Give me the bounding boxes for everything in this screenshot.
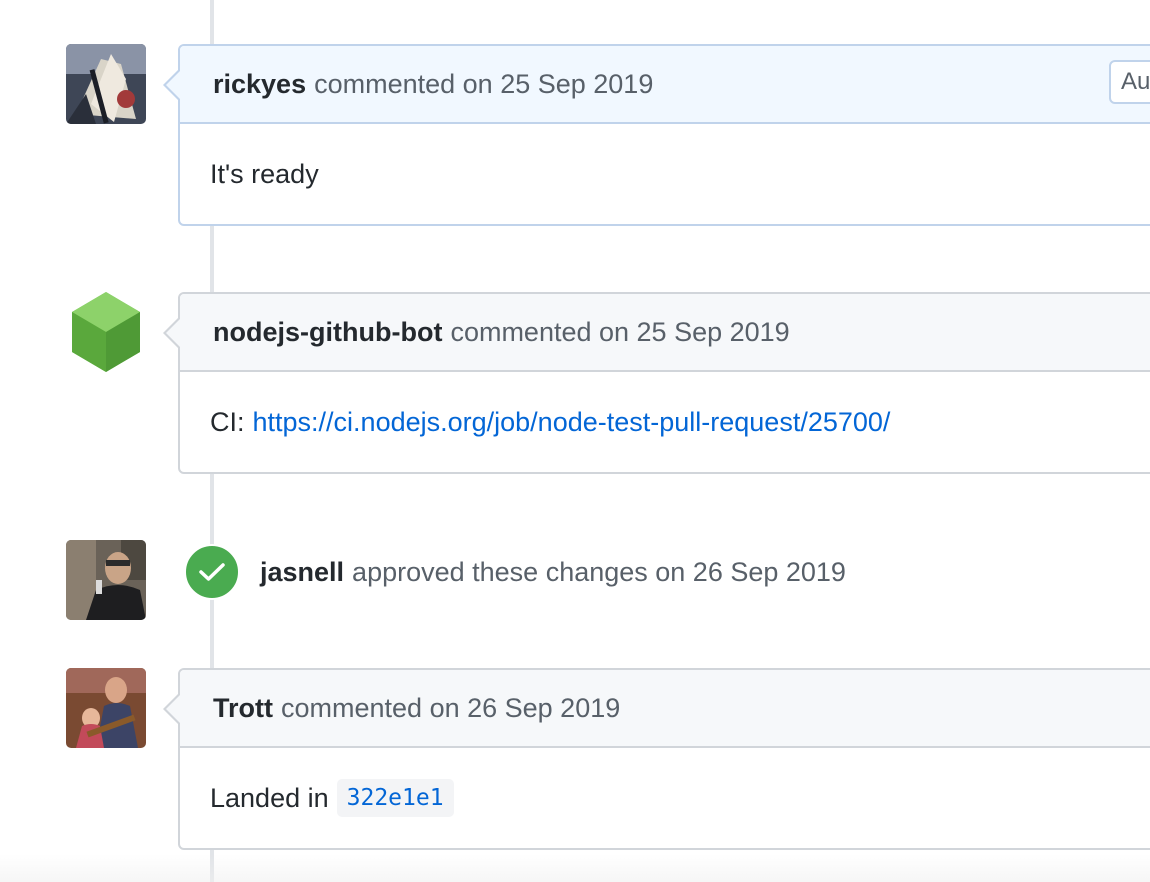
comment-trott: Trott commented on 26 Sep 2019 Landed in… (163, 668, 1150, 850)
comment-timestamp[interactable]: commented on 25 Sep 2019 (314, 69, 653, 100)
comment-header: rickyes commented on 25 Sep 2019 Aut (180, 46, 1150, 124)
bottom-fade (0, 854, 1150, 882)
review-action[interactable]: approved these changes on 26 Sep 2019 (352, 557, 846, 587)
comment-arrow (163, 692, 181, 726)
ci-label: CI: (210, 406, 245, 437)
comment-body: It's ready (180, 124, 1150, 224)
landed-label: Landed in (210, 782, 329, 813)
author-link[interactable]: Trott (213, 693, 273, 724)
comment-body: CI: https://ci.nodejs.org/job/node-test-… (180, 372, 1150, 472)
avatar-jasnell[interactable] (66, 540, 146, 620)
author-link[interactable]: jasnell (260, 557, 344, 587)
commit-link[interactable]: 322e1e1 (336, 779, 454, 817)
author-link[interactable]: nodejs-github-bot (213, 317, 442, 348)
comment-timestamp[interactable]: commented on 25 Sep 2019 (450, 317, 789, 348)
pr-timeline: rickyes commented on 25 Sep 2019 Aut It'… (0, 0, 1150, 882)
author-link[interactable]: rickyes (213, 69, 306, 100)
comment-arrow (163, 68, 181, 102)
comment-text: It's ready (210, 158, 319, 189)
review-approved-jasnell: jasnell approved these changes on 26 Sep … (184, 544, 846, 600)
review-text: jasnell approved these changes on 26 Sep … (260, 557, 846, 588)
comment-nodejs-github-bot: nodejs-github-bot commented on 25 Sep 20… (163, 292, 1150, 474)
ci-link[interactable]: https://ci.nodejs.org/job/node-test-pull… (253, 407, 891, 438)
nodejs-hexagon-icon (66, 292, 146, 372)
check-icon (199, 563, 225, 581)
comment-arrow (163, 316, 181, 350)
comment-header: nodejs-github-bot commented on 25 Sep 20… (180, 294, 1150, 372)
comment-body: Landed in 322e1e1 (180, 748, 1150, 848)
avatar-trott[interactable] (66, 668, 146, 748)
comment-header: Trott commented on 26 Sep 2019 (180, 670, 1150, 748)
comment-rickyes: rickyes commented on 25 Sep 2019 Aut It'… (163, 44, 1150, 226)
comment-timestamp[interactable]: commented on 26 Sep 2019 (281, 693, 620, 724)
author-badge: Aut (1109, 60, 1150, 104)
avatar-nodejs-github-bot[interactable] (66, 292, 146, 372)
approved-badge (184, 544, 240, 600)
avatar-rickyes[interactable] (66, 44, 146, 124)
